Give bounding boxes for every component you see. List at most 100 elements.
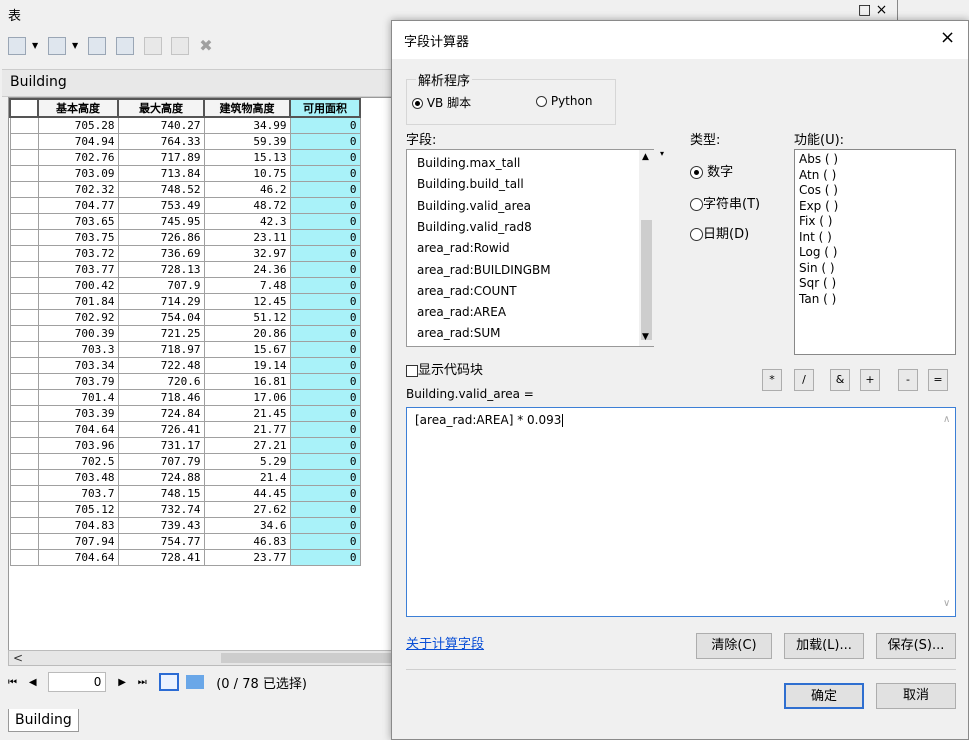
table-row[interactable]: 703.96 731.17 27.21 0 (9, 437, 361, 454)
table-cell[interactable]: 0 (289, 197, 361, 214)
table-cell[interactable]: 703.34 (37, 357, 119, 374)
table-cell[interactable]: 724.84 (117, 405, 205, 422)
table-row[interactable]: 701.4 718.46 17.06 0 (9, 389, 361, 406)
table-cell[interactable]: 7.48 (203, 277, 291, 294)
table-row[interactable]: 703.75 726.86 23.11 0 (9, 229, 361, 246)
function-list-item[interactable]: Log ( ) (799, 245, 837, 259)
table-cell[interactable]: 51.12 (203, 309, 291, 326)
table-cell[interactable]: 726.41 (117, 421, 205, 438)
attribute-grid[interactable]: 基本高度 最大高度 建筑物高度 可用面积 705.28 740.27 34.99 0 7… (8, 97, 395, 651)
zoom-to-selected-icon[interactable] (171, 36, 190, 55)
table-row[interactable]: 703.3 718.97 15.67 0 (9, 341, 361, 358)
row-selector[interactable] (9, 277, 39, 294)
table-cell[interactable]: 705.28 (37, 116, 119, 134)
table-row[interactable]: 703.39 724.84 21.45 0 (9, 405, 361, 422)
table-cell[interactable]: 46.83 (203, 533, 291, 550)
table-cell[interactable]: 0 (289, 469, 361, 486)
table-row[interactable]: 703.65 745.95 42.3 0 (9, 213, 361, 230)
column-header-max-height[interactable]: 最大高度 (117, 98, 205, 118)
row-selector-header[interactable] (9, 98, 39, 118)
field-list-item[interactable]: area_rad:Rowid (417, 241, 510, 255)
scrollbar-thumb[interactable] (641, 220, 652, 340)
table-row[interactable]: 700.42 707.9 7.48 0 (9, 277, 361, 294)
row-selector[interactable] (9, 229, 39, 246)
field-list-item[interactable]: Building.build_tall (417, 177, 524, 191)
table-row[interactable]: 700.39 721.25 20.86 0 (9, 325, 361, 342)
table-row[interactable]: 703.79 720.6 16.81 0 (9, 373, 361, 390)
table-cell[interactable]: 703.96 (37, 437, 119, 454)
column-header-valid-area[interactable]: 可用面积 (289, 98, 361, 118)
table-cell[interactable]: 10.75 (203, 165, 291, 182)
table-row[interactable]: 705.28 740.27 34.99 0 (9, 116, 361, 134)
table-cell[interactable]: 0 (289, 501, 361, 518)
table-cell[interactable]: 703.39 (37, 405, 119, 422)
table-row[interactable]: 703.7 748.15 44.45 0 (9, 485, 361, 502)
table-cell[interactable]: 0 (289, 437, 361, 454)
table-cell[interactable]: 740.27 (117, 116, 205, 134)
load-button[interactable]: 加载(L)... (784, 633, 864, 659)
table-cell[interactable]: 0 (289, 373, 361, 390)
table-cell[interactable]: 704.77 (37, 197, 119, 214)
function-list-item[interactable]: Tan ( ) (799, 292, 836, 306)
table-cell[interactable]: 0 (289, 165, 361, 182)
table-tab-building[interactable]: Building (8, 709, 79, 732)
table-options-icon[interactable] (8, 36, 26, 55)
table-cell[interactable]: 724.88 (117, 469, 205, 486)
table-row[interactable]: 704.64 728.41 23.77 0 (9, 549, 361, 566)
radio-unchecked-icon[interactable] (690, 198, 703, 211)
row-selector[interactable] (9, 485, 39, 502)
scroll-up-icon[interactable]: ▲ (642, 152, 649, 162)
table-cell[interactable]: 728.41 (117, 549, 205, 566)
table-cell[interactable]: 48.72 (203, 197, 291, 214)
operator-divide-button[interactable]: / (794, 369, 814, 391)
save-button[interactable]: 保存(S)... (876, 633, 956, 659)
table-cell[interactable]: 703.77 (37, 261, 119, 278)
table-cell[interactable]: 0 (289, 421, 361, 438)
table-cell[interactable]: 707.94 (37, 533, 119, 550)
show-all-records-icon[interactable] (158, 673, 179, 691)
row-selector[interactable] (9, 261, 39, 278)
fields-list[interactable]: Building.max_tall Building.build_tall Buil… (406, 149, 654, 347)
window-buttons[interactable]: □ × (858, 2, 887, 18)
horizontal-scrollbar[interactable]: < (8, 650, 393, 666)
last-record-icon[interactable]: ⏭ (138, 677, 147, 688)
select-by-attributes-icon[interactable] (87, 36, 106, 55)
first-record-icon[interactable]: ⏮ (8, 677, 17, 688)
functions-list[interactable]: Abs ( ) Atn ( ) Cos ( ) Exp ( ) Fix ( ) Int (… (794, 149, 956, 355)
table-cell[interactable]: 0 (289, 116, 361, 134)
field-list-item[interactable]: area_rad:COUNT (417, 284, 517, 298)
record-number-input[interactable]: 0 (48, 672, 107, 692)
table-cell[interactable]: 23.11 (203, 229, 291, 246)
radio-unchecked-icon[interactable] (536, 96, 547, 107)
field-list-item[interactable]: Building.max_tall (417, 156, 520, 170)
table-cell[interactable]: 0 (289, 181, 361, 198)
prev-record-icon[interactable]: ◀ (29, 677, 37, 688)
row-selector[interactable] (9, 389, 39, 406)
switch-selection-icon[interactable] (115, 36, 134, 55)
table-cell[interactable]: 717.89 (117, 149, 205, 166)
type-string-radio[interactable]: 字符串(T) (690, 193, 760, 212)
row-selector[interactable] (9, 149, 39, 166)
table-cell[interactable]: 15.67 (203, 341, 291, 358)
operator-multiply-button[interactable]: * (762, 369, 782, 391)
table-cell[interactable]: 42.3 (203, 213, 291, 230)
table-cell[interactable]: 23.77 (203, 549, 291, 566)
function-list-item[interactable]: Fix ( ) (799, 214, 832, 228)
field-list-item[interactable]: Building.valid_rad8 (417, 220, 532, 234)
scroll-left-icon[interactable]: < (13, 651, 23, 665)
table-cell[interactable]: 12.45 (203, 293, 291, 310)
table-row[interactable]: 702.92 754.04 51.12 0 (9, 309, 361, 326)
row-selector[interactable] (9, 517, 39, 534)
table-cell[interactable]: 732.74 (117, 501, 205, 518)
row-selector[interactable] (9, 181, 39, 198)
table-row[interactable]: 707.94 754.77 46.83 0 (9, 533, 361, 550)
table-cell[interactable]: 701.4 (37, 389, 119, 406)
table-cell[interactable]: 27.62 (203, 501, 291, 518)
table-cell[interactable]: 15.13 (203, 149, 291, 166)
table-cell[interactable]: 748.52 (117, 181, 205, 198)
scrollbar-thumb[interactable] (221, 653, 391, 663)
table-cell[interactable]: 704.64 (37, 549, 119, 566)
table-row[interactable]: 702.5 707.79 5.29 0 (9, 453, 361, 470)
table-row[interactable]: 702.76 717.89 15.13 0 (9, 149, 361, 166)
table-cell[interactable]: 5.29 (203, 453, 291, 470)
